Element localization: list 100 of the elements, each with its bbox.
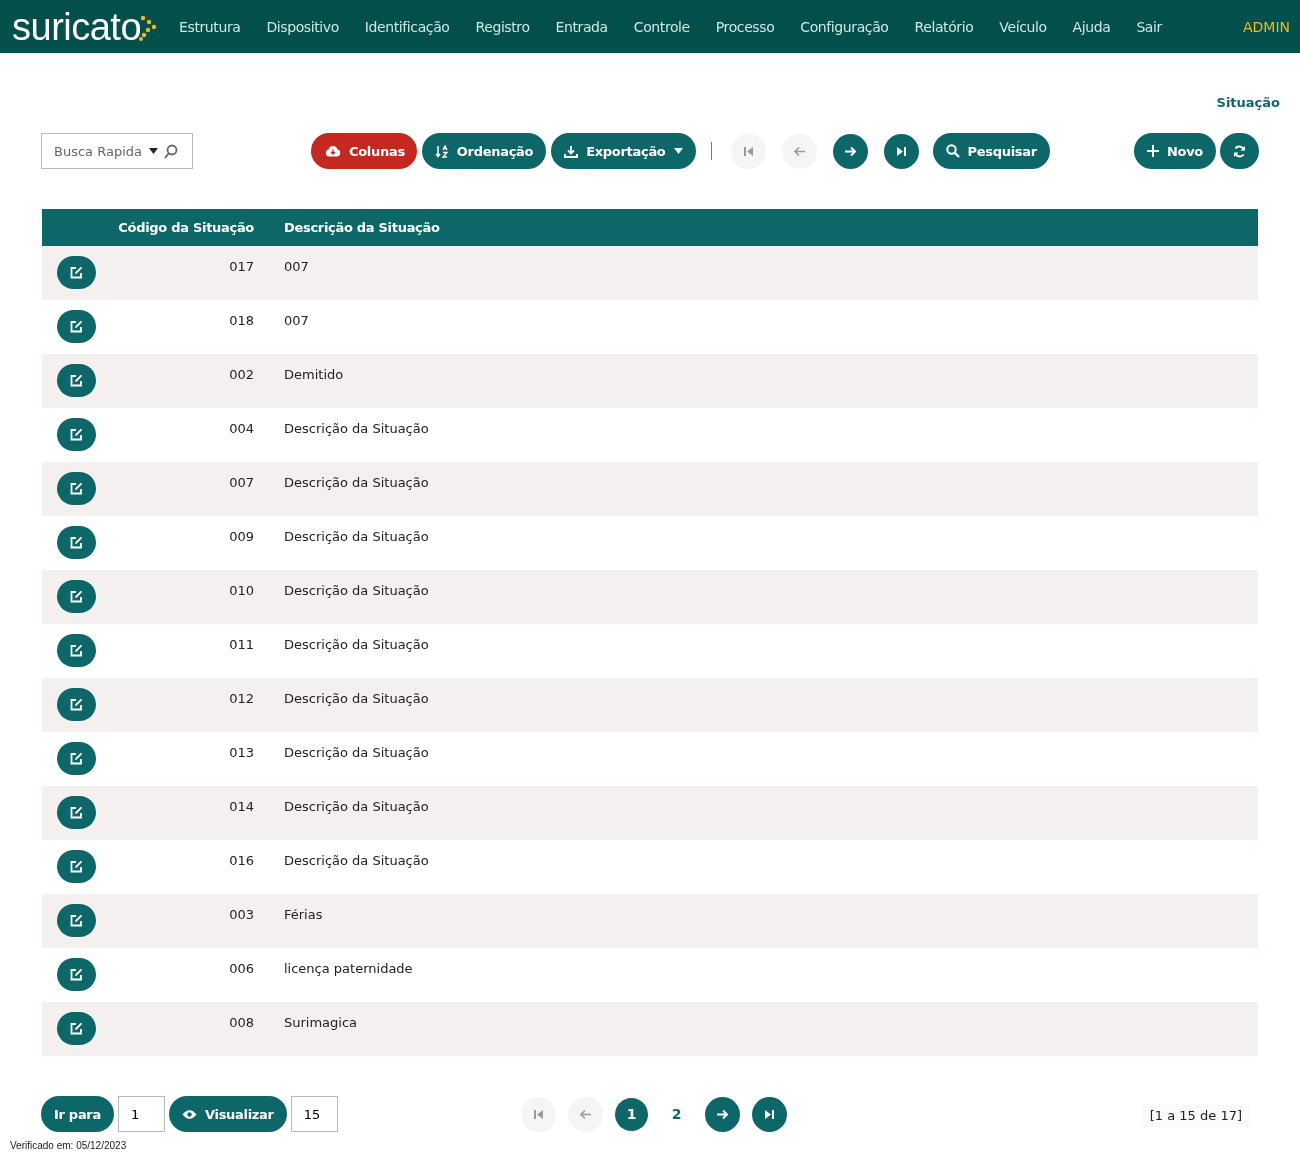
table-cell-text: Descrição da Situação [284, 636, 429, 652]
table-cell-text: Descrição da Situação [284, 690, 429, 706]
edit-icon [69, 698, 83, 711]
table-cell-text: 007 [284, 312, 309, 328]
edit-button[interactable] [56, 904, 96, 937]
record-count: [1 a 15 de 17] [1141, 1103, 1250, 1127]
sort-icon [434, 144, 449, 158]
table-cell-text: Descrição da Situação [284, 798, 429, 814]
edit-icon [69, 428, 83, 441]
table-cell-text: 002 [228, 366, 254, 382]
edit-button[interactable] [56, 310, 96, 343]
edit-button[interactable] [56, 364, 96, 397]
nav-menu-item[interactable]: Relatório [914, 18, 974, 35]
arrow-left-icon [579, 1108, 592, 1120]
table-cell-text: 003 [228, 906, 254, 922]
column-header[interactable]: Descrição da Situação [284, 220, 440, 235]
nav-menu-item[interactable]: Dispositivo [266, 18, 339, 35]
nav-menu-item[interactable]: Processo [715, 18, 775, 35]
page-button[interactable]: 1 [615, 1097, 648, 1131]
table-cell-text: 017 [228, 258, 254, 274]
table-cell-text: 018 [228, 312, 254, 328]
plus-icon [1146, 145, 1159, 157]
table-cell-text: 007 [284, 258, 309, 274]
dots-icon [139, 14, 158, 41]
nav-menu-item[interactable]: Veículo [999, 18, 1047, 35]
logo-wordmark: suricato [12, 6, 142, 47]
last-page-button[interactable] [752, 1096, 787, 1132]
arrow-right-icon [716, 1108, 729, 1120]
edit-button[interactable] [56, 796, 96, 829]
table-cell-text: 008 [228, 1014, 254, 1030]
go-to-button[interactable]: Ir para [41, 1096, 114, 1132]
sort-button[interactable]: Ordenação [421, 133, 547, 169]
edit-button[interactable] [56, 1012, 96, 1045]
edit-button[interactable] [56, 472, 96, 505]
rows-per-page-field[interactable]: 15 [290, 1096, 338, 1132]
edit-button[interactable] [56, 958, 96, 991]
refresh-icon [1233, 144, 1246, 158]
table-cell-text: Férias [284, 906, 323, 922]
export-button[interactable]: Exportação [551, 133, 696, 169]
edit-button[interactable] [56, 634, 96, 667]
nav-menu-item[interactable]: Identificação [364, 18, 450, 35]
page-button[interactable]: 2 [660, 1097, 693, 1131]
user-name[interactable]: ADMIN [1242, 18, 1290, 35]
edit-button[interactable] [56, 850, 96, 883]
table-cell-text: 006 [228, 960, 254, 976]
edit-icon [69, 266, 83, 279]
table-cell-text: Descrição da Situação [284, 474, 429, 490]
table-cell-text: 010 [228, 582, 254, 598]
nav-menu-item[interactable]: Entrada [555, 18, 608, 35]
edit-button[interactable] [56, 742, 96, 775]
edit-icon [69, 914, 83, 927]
nav-menu-item[interactable]: Ajuda [1072, 18, 1111, 35]
nav-menu-item[interactable]: Controle [633, 18, 690, 35]
caret-icon [149, 148, 158, 154]
search-field[interactable]: Busca Rapida [41, 133, 193, 169]
edit-icon [69, 590, 83, 603]
refresh-button[interactable] [1220, 133, 1259, 169]
eye-icon [181, 1108, 197, 1120]
column-header[interactable]: Código da Situação [110, 220, 254, 235]
nav-menu-item[interactable]: Registro [475, 18, 530, 35]
edit-button[interactable] [56, 580, 96, 613]
table-cell-text: Descrição da Situação [284, 582, 429, 598]
edit-icon [69, 644, 83, 657]
nav-menu-item[interactable]: Configuração [800, 18, 889, 35]
edit-icon [69, 536, 83, 549]
cloud-icon [325, 145, 341, 157]
table-cell-text: Descrição da Situação [284, 852, 429, 868]
table-cell-text: 004 [228, 420, 254, 436]
skip-last-icon [895, 145, 907, 157]
table-cell-text: 013 [228, 744, 254, 760]
skip-first-icon [742, 145, 754, 157]
table-cell-text: 016 [228, 852, 254, 868]
edit-button[interactable] [56, 418, 96, 451]
arrow-right-icon [843, 145, 857, 157]
edit-button[interactable] [56, 526, 96, 559]
nav-menu-item[interactable]: Sair [1136, 18, 1162, 35]
columns-button[interactable]: Colunas [311, 133, 417, 169]
verification-date: Verificado em: 05/12/2023 [10, 1140, 128, 1151]
skip-last-icon [764, 1108, 775, 1120]
page-number-field[interactable]: 1 [117, 1096, 165, 1132]
edit-icon [69, 1022, 83, 1035]
edit-icon [69, 860, 83, 873]
edit-icon [69, 968, 83, 981]
view-button[interactable]: Visualizar [168, 1096, 287, 1132]
edit-button[interactable] [56, 256, 96, 289]
table-cell-text: 014 [228, 798, 254, 814]
search-button[interactable]: Pesquisar [932, 133, 1050, 169]
table-cell-text: Descrição da Situação [284, 420, 429, 436]
table-cell-text: 012 [228, 690, 254, 706]
new-button[interactable]: Novo [1133, 133, 1216, 169]
search-icon [164, 144, 178, 159]
nav-menu-item[interactable]: Estrutura [179, 18, 241, 35]
caret-icon [673, 148, 683, 154]
search-icon [945, 144, 960, 158]
table-cell-text: licença paternidade [284, 960, 413, 976]
last-page-button[interactable] [883, 133, 919, 169]
edit-icon [69, 806, 83, 819]
next-page-button[interactable] [832, 133, 868, 169]
next-page-button[interactable] [705, 1096, 740, 1132]
edit-button[interactable] [56, 688, 96, 721]
